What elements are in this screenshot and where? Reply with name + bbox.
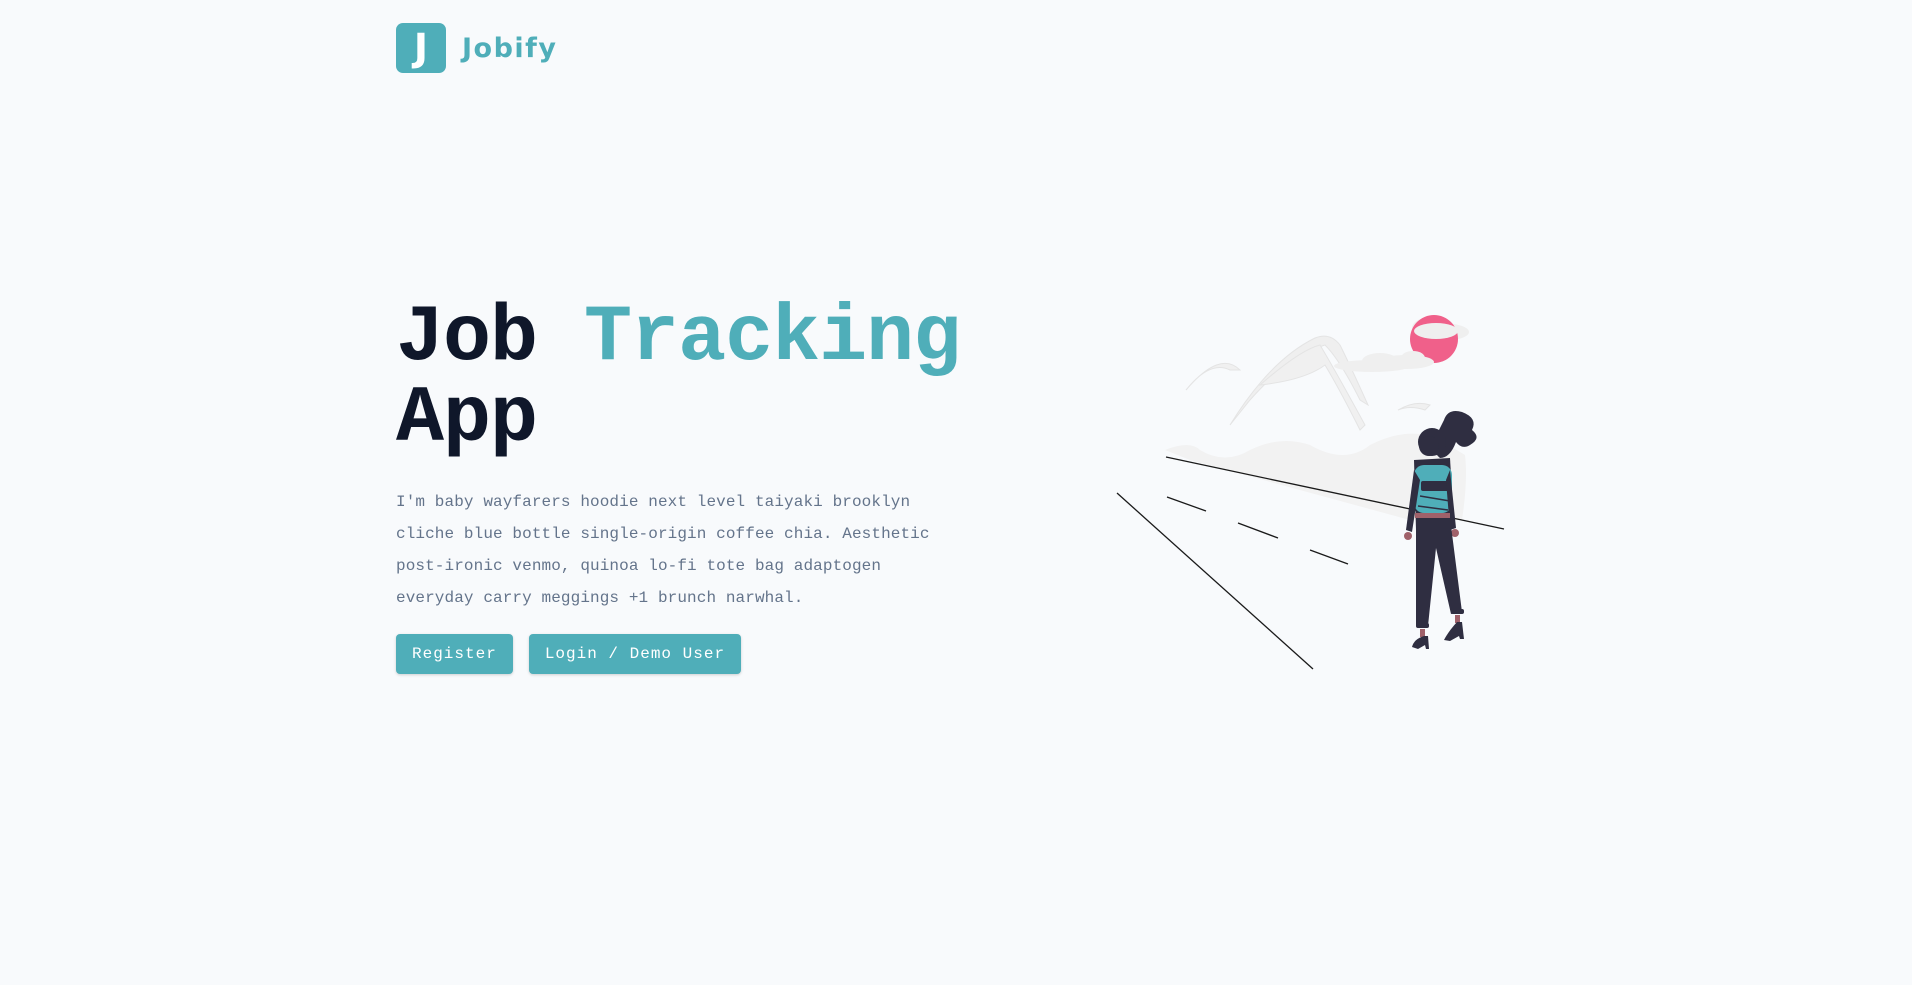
hero-actions: Register Login / Demo User	[396, 634, 996, 674]
hero-description: I'm baby wayfarers hoodie next level tai…	[396, 493, 930, 607]
register-button[interactable]: Register	[396, 634, 513, 674]
logo-icon[interactable]: J	[396, 23, 446, 73]
hero-info: Job Tracking App I'm baby wayfarers hood…	[396, 298, 996, 674]
sun-icon	[1378, 315, 1458, 369]
title-tracking: Tracking	[584, 293, 961, 384]
navbar: J Jobify	[396, 23, 558, 73]
login-demo-button[interactable]: Login / Demo User	[528, 634, 742, 674]
title-app: App	[396, 374, 538, 465]
page-title: Job Tracking App	[396, 298, 996, 460]
hero-illustration	[1116, 315, 1505, 670]
title-job: Job	[396, 293, 538, 384]
brand-name[interactable]: Jobify	[462, 33, 558, 64]
